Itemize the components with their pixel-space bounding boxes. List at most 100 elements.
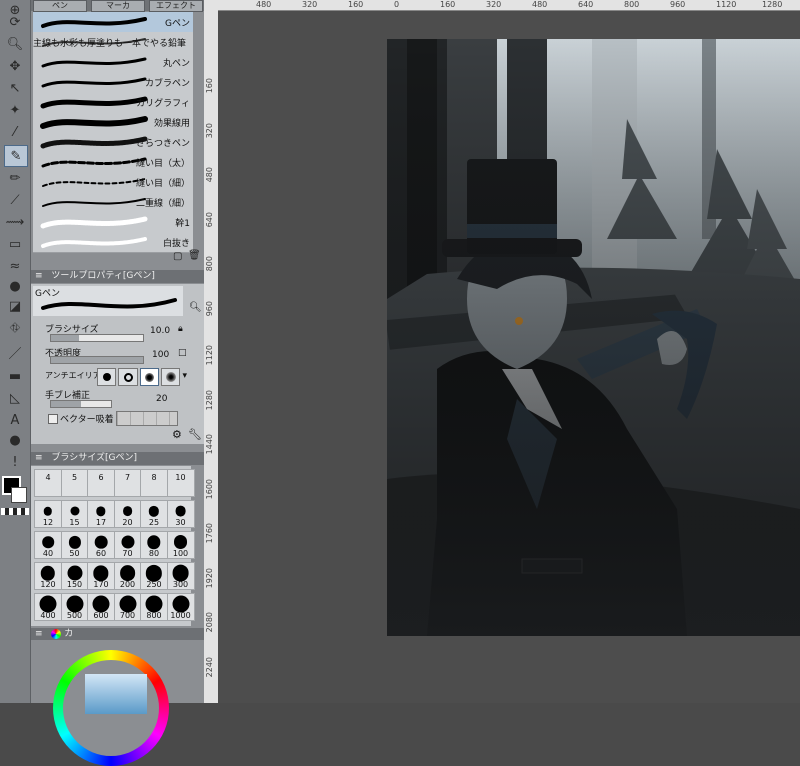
brush-list-item[interactable]: カブラペン bbox=[33, 72, 193, 93]
gradient-icon[interactable]: ◪ bbox=[4, 296, 26, 316]
brush-list-item[interactable]: ざらつきペン bbox=[33, 132, 193, 153]
rotate-icon[interactable]: ⟳ bbox=[4, 12, 26, 32]
brush-size-value[interactable]: 10.0 bbox=[150, 326, 170, 336]
opacity-value[interactable]: 100 bbox=[152, 350, 169, 360]
brush-list-item[interactable]: 縫い目（太） bbox=[33, 152, 193, 173]
brush-size-cell[interactable]: 800 bbox=[140, 593, 168, 621]
trash-icon[interactable]: 🗑︎ bbox=[188, 250, 201, 261]
settings-gear-icon[interactable]: ⚙ bbox=[172, 428, 182, 441]
brush-icon[interactable]: ⟋ bbox=[4, 190, 26, 210]
brush-size-cell[interactable]: 30 bbox=[166, 500, 195, 528]
vector-snap-checkbox[interactable] bbox=[48, 414, 58, 424]
correct-line-icon[interactable]: ! bbox=[4, 452, 26, 472]
brush-size-cell[interactable]: 80 bbox=[140, 531, 168, 559]
brush-size-cell[interactable]: 70 bbox=[113, 531, 142, 559]
move-icon[interactable]: ✥ bbox=[4, 56, 26, 76]
brush-size-cell[interactable]: 4 bbox=[34, 469, 62, 497]
brush-list-item[interactable]: 白抜き bbox=[33, 232, 193, 253]
panel-menu-icon[interactable]: ≡ bbox=[35, 271, 43, 281]
transparent-color-swatch[interactable] bbox=[1, 508, 29, 515]
brush-size-cell[interactable]: 20 bbox=[113, 500, 142, 528]
brush-size-cell[interactable]: 7 bbox=[113, 469, 142, 497]
brush-size-cell[interactable]: 6 bbox=[87, 469, 115, 497]
brush-size-cell[interactable]: 8 bbox=[140, 469, 168, 497]
brush-list-item[interactable]: 効果線用 bbox=[33, 112, 193, 133]
pencil-icon[interactable]: ✏ bbox=[4, 168, 26, 188]
pressure-icon[interactable]: 🔒︎ bbox=[178, 324, 183, 334]
fill-icon[interactable]: ● bbox=[4, 276, 26, 296]
canvas-artwork[interactable] bbox=[387, 39, 800, 636]
new-subtool-icon[interactable]: ▢ bbox=[173, 251, 182, 262]
text-icon[interactable]: A bbox=[4, 410, 26, 430]
brush-list-item[interactable]: 幹1 bbox=[33, 212, 193, 233]
brush-list-item[interactable]: 丸ペン bbox=[33, 52, 193, 73]
airbrush-icon[interactable]: ⟿ bbox=[4, 212, 26, 232]
brush-list-item[interactable]: 主線も水彩も厚塗りも一本でやる鉛筆 bbox=[33, 32, 193, 53]
antialias-weak-icon[interactable] bbox=[118, 368, 138, 386]
tab-pen[interactable]: ペン bbox=[33, 0, 87, 12]
stabilization-slider[interactable] bbox=[50, 400, 112, 408]
brush-size-cell[interactable]: 600 bbox=[87, 593, 115, 621]
brush-size-label: 4 bbox=[45, 473, 51, 482]
chevron-down-icon[interactable]: ▾ bbox=[182, 368, 187, 384]
line-icon[interactable]: ／ bbox=[4, 342, 26, 362]
auto-select-icon[interactable]: ✦ bbox=[4, 100, 26, 120]
opacity-lock-icon[interactable]: □ bbox=[178, 348, 187, 358]
brush-size-cell[interactable]: 60 bbox=[87, 531, 115, 559]
brush-list-item[interactable]: カリグラフィ bbox=[33, 92, 193, 113]
color-wheel-tab-icon[interactable] bbox=[51, 628, 62, 639]
tab-effect[interactable]: エフェクト bbox=[149, 0, 203, 12]
eraser-icon[interactable]: ▭ bbox=[4, 234, 26, 254]
settings-magnify-icon[interactable]: 🔍︎ bbox=[189, 302, 202, 313]
blend-icon[interactable]: ≈ bbox=[4, 256, 26, 276]
brush-size-cell[interactable]: 15 bbox=[60, 500, 89, 528]
panel-menu-icon[interactable]: ≡ bbox=[35, 629, 43, 639]
color-tab-label[interactable]: カ bbox=[64, 629, 73, 639]
brush-size-cell[interactable]: 100 bbox=[166, 531, 195, 559]
eyedropper-icon[interactable]: ⁄ bbox=[4, 122, 26, 142]
ruler-icon[interactable]: ◺ bbox=[4, 388, 26, 408]
wrench-icon[interactable]: 🔧︎ bbox=[188, 428, 202, 441]
ruler-tick-label: 1920 bbox=[205, 567, 214, 588]
brush-size-cell[interactable]: 120 bbox=[34, 562, 62, 590]
brush-size-cell[interactable]: 150 bbox=[60, 562, 89, 590]
brush-size-cell[interactable]: 500 bbox=[60, 593, 89, 621]
brush-size-cell[interactable]: 170 bbox=[87, 562, 115, 590]
brush-size-cell[interactable]: 5 bbox=[60, 469, 89, 497]
ruler-tick-label: 640 bbox=[205, 211, 214, 227]
brush-list-item[interactable]: Gペン bbox=[33, 12, 193, 33]
tab-marker[interactable]: マーカ bbox=[91, 0, 145, 12]
balloon-icon[interactable]: ● bbox=[4, 430, 26, 450]
vector-snap-options[interactable] bbox=[116, 411, 178, 426]
brush-size-cell[interactable]: 300 bbox=[166, 562, 195, 590]
brush-size-cell[interactable]: 700 bbox=[113, 593, 142, 621]
magnifier-icon[interactable]: 🔍︎ bbox=[4, 34, 26, 54]
brush-size-cell[interactable]: 200 bbox=[113, 562, 142, 590]
stabilization-value[interactable]: 20 bbox=[156, 394, 167, 404]
brush-size-dot bbox=[96, 506, 106, 517]
saturation-value-square[interactable] bbox=[85, 674, 147, 714]
figure-icon[interactable]: ⛗ bbox=[4, 318, 26, 338]
brush-size-cell[interactable]: 50 bbox=[60, 531, 89, 559]
brush-list-item[interactable]: 二重線（細） bbox=[33, 192, 193, 213]
brush-size-cell[interactable]: 17 bbox=[87, 500, 115, 528]
pen-tool-icon[interactable]: ✎ bbox=[4, 145, 28, 167]
frame-icon[interactable]: ▬ bbox=[4, 366, 26, 386]
brush-size-cell[interactable]: 10 bbox=[166, 469, 195, 497]
antialias-strong-icon[interactable] bbox=[161, 368, 181, 386]
brush-size-cell[interactable]: 400 bbox=[34, 593, 62, 621]
opacity-slider[interactable] bbox=[50, 356, 144, 364]
brush-size-cell[interactable]: 40 bbox=[34, 531, 62, 559]
brush-size-cell[interactable]: 12 bbox=[34, 500, 62, 528]
brush-size-cell[interactable]: 1000 bbox=[166, 593, 195, 621]
brush-size-slider[interactable] bbox=[50, 334, 144, 342]
sub-color-swatch[interactable] bbox=[11, 487, 27, 503]
brush-list-item[interactable]: 縫い目（細） bbox=[33, 172, 193, 193]
ruler-tick-label: 960 bbox=[205, 300, 214, 316]
panel-menu-icon[interactable]: ≡ bbox=[35, 453, 43, 463]
brush-size-cell[interactable]: 25 bbox=[140, 500, 168, 528]
antialias-none-icon[interactable] bbox=[97, 368, 117, 386]
brush-size-cell[interactable]: 250 bbox=[140, 562, 168, 590]
antialias-medium-icon[interactable] bbox=[139, 368, 160, 386]
operation-icon[interactable]: ↖ bbox=[4, 78, 26, 98]
